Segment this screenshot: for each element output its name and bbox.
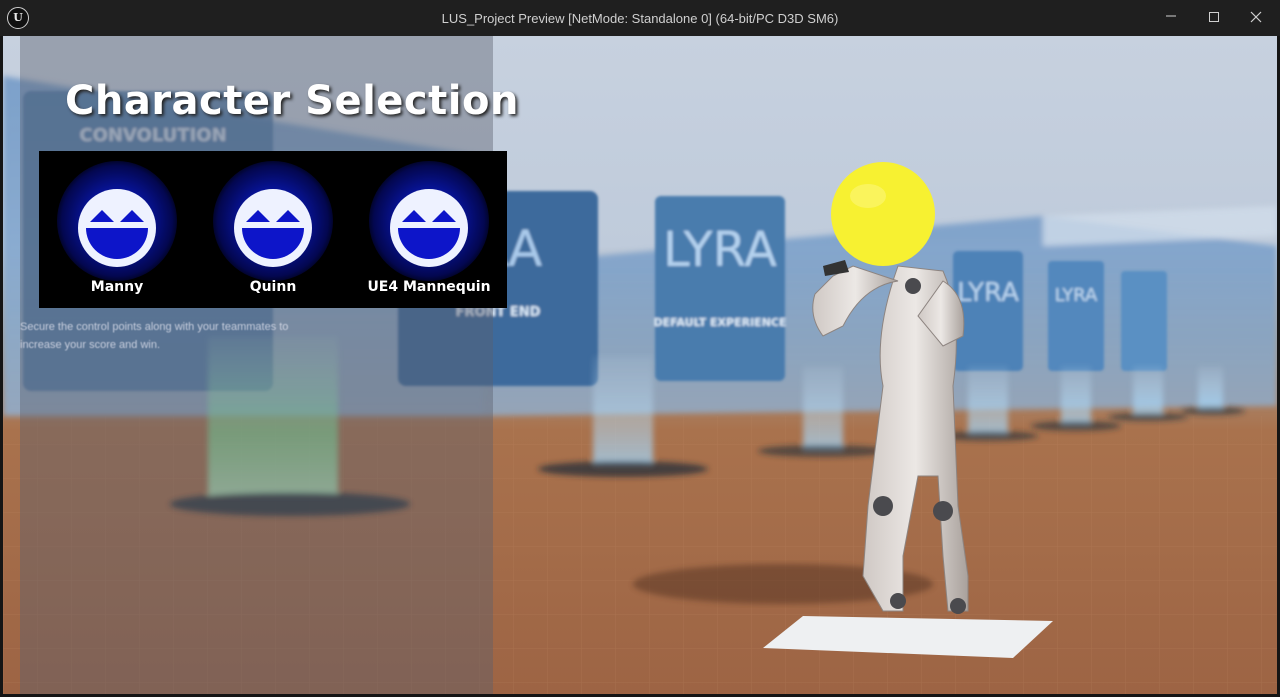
sign-label: LYRA (957, 278, 1019, 308)
character-roster: Manny Quinn UE4 Mannequin (39, 151, 507, 308)
maximize-icon (1209, 12, 1219, 22)
close-button[interactable] (1236, 4, 1276, 30)
minimize-button[interactable] (1151, 4, 1191, 30)
sign-label: DEFAULT EXPERIENCE (654, 316, 787, 329)
background-sign-text: Secure the control points along with you… (20, 321, 289, 351)
minimize-icon (1166, 15, 1176, 17)
character-name: Manny (90, 279, 144, 295)
sign-label: LYRA (663, 222, 777, 278)
smiley-face-icon (234, 189, 312, 267)
close-icon (1250, 11, 1262, 23)
character-card-ue4-mannequin[interactable]: UE4 Mannequin (351, 151, 507, 308)
character-name: Quinn (249, 279, 297, 295)
character-card-manny[interactable]: Manny (39, 151, 195, 308)
sign-label: LYRA (1055, 285, 1098, 306)
character-card-quinn[interactable]: Quinn (195, 151, 351, 308)
game-viewport[interactable]: LYRA FRONT END LYRA DEFAULT EXPERIENCE L… (3, 36, 1277, 694)
smiley-face-icon (390, 189, 468, 267)
smiley-face-icon (78, 189, 156, 267)
window-title: LUS_Project Preview [NetMode: Standalone… (441, 11, 839, 26)
maximize-button[interactable] (1194, 4, 1234, 30)
character-name: UE4 Mannequin (367, 279, 491, 295)
window-title-bar[interactable]: U LUS_Project Preview [NetMode: Standalo… (0, 0, 1280, 36)
character-selection-panel: Character Selection Secure the control p… (20, 36, 518, 694)
panel-title: Character Selection (65, 78, 519, 124)
